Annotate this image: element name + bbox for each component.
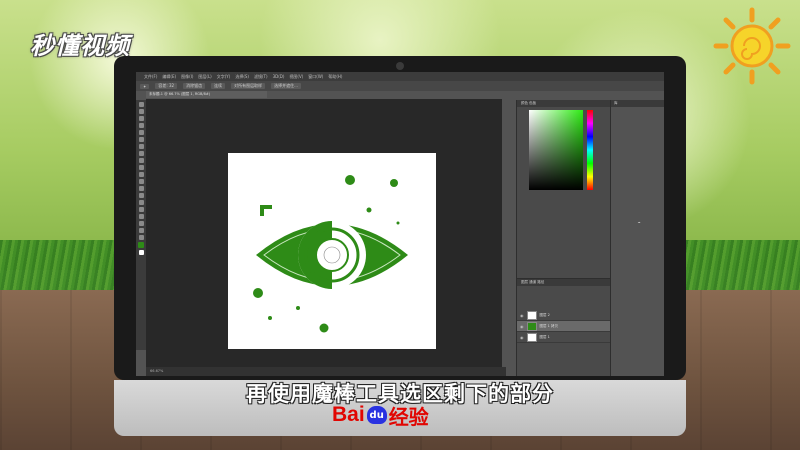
- options-bar: ✦ 容差: 32 消除锯齿 连续 对所有图层取样 选择并遮住...: [136, 81, 664, 91]
- shape-tool-icon[interactable]: [138, 221, 144, 226]
- layer-thumbnail: [526, 321, 537, 331]
- dodge-tool-icon[interactable]: [138, 193, 144, 198]
- menu-filter[interactable]: 滤镜(T): [254, 74, 268, 80]
- menu-view[interactable]: 视图(V): [289, 74, 303, 80]
- tools-panel: [136, 100, 146, 350]
- magic-wand-tool-icon[interactable]: [138, 123, 144, 128]
- marquee-tool-icon[interactable]: [138, 109, 144, 114]
- tab-layers[interactable]: 图层: [521, 280, 528, 284]
- select-and-mask-button[interactable]: 选择并遮住...: [271, 83, 301, 89]
- jingyan-text: 经验: [388, 404, 429, 429]
- cloud-icon: ☁: [637, 220, 641, 224]
- layer-thumbnail: [526, 310, 537, 320]
- menu-type[interactable]: 文字(Y): [217, 74, 231, 80]
- layer-row[interactable]: ◉ 图层 2: [517, 310, 611, 321]
- libraries-panel: 库 ☁: [610, 100, 664, 376]
- document-canvas[interactable]: [228, 153, 436, 349]
- layer-row[interactable]: ◉ 图层 1: [517, 332, 611, 343]
- brush-tool-icon[interactable]: [138, 151, 144, 156]
- libraries-title[interactable]: 库: [611, 100, 664, 107]
- zoom-tool-icon[interactable]: [138, 235, 144, 240]
- monitor-bezel: 文件(F) 编辑(E) 图像(I) 图层(L) 文字(Y) 选择(S) 滤镜(T…: [114, 56, 686, 380]
- magic-wand-icon[interactable]: ✦: [140, 83, 150, 89]
- type-tool-icon[interactable]: [138, 207, 144, 212]
- menu-bar: 文件(F) 编辑(E) 图像(I) 图层(L) 文字(Y) 选择(S) 滤镜(T…: [136, 72, 664, 81]
- menu-3d[interactable]: 3D(D): [273, 74, 285, 79]
- visibility-eye-icon[interactable]: ◉: [520, 324, 524, 329]
- visibility-eye-icon[interactable]: ◉: [520, 335, 524, 340]
- menu-image[interactable]: 图像(I): [181, 74, 193, 80]
- menu-layer[interactable]: 图层(L): [198, 74, 211, 80]
- tab-swatches[interactable]: 色板: [529, 101, 536, 105]
- crop-tool-icon[interactable]: [138, 130, 144, 135]
- color-panel-tabs[interactable]: 颜色 色板: [517, 100, 611, 107]
- menu-edit[interactable]: 编辑(E): [162, 74, 176, 80]
- eraser-tool-icon[interactable]: [138, 172, 144, 177]
- tab-channels[interactable]: 通道: [529, 280, 536, 284]
- foreground-color-swatch[interactable]: [138, 242, 144, 248]
- layer-thumbnail: [526, 332, 537, 342]
- visibility-eye-icon[interactable]: ◉: [520, 313, 524, 318]
- layer-name: 图层 2: [539, 312, 550, 317]
- stamp-tool-icon[interactable]: [138, 158, 144, 163]
- healing-tool-icon[interactable]: [138, 144, 144, 149]
- baidu-paw-icon: du: [366, 406, 387, 424]
- tab-color[interactable]: 颜色: [521, 101, 528, 105]
- right-panels: 颜色 色板 图层 通道 路径 ◉ 图层 2 ◉ 图层 1 拷贝 ◉ 图层 1: [516, 100, 611, 376]
- camera-dot: [396, 62, 404, 70]
- photoshop-window: 文件(F) 编辑(E) 图像(I) 图层(L) 文字(Y) 选择(S) 滤镜(T…: [136, 72, 664, 376]
- sun-icon: [713, 7, 791, 85]
- blur-tool-icon[interactable]: [138, 186, 144, 191]
- layers-panel-tabs[interactable]: 图层 通道 路径: [517, 279, 611, 286]
- menu-select[interactable]: 选择(S): [235, 74, 249, 80]
- menu-help[interactable]: 帮助(H): [328, 74, 342, 80]
- move-tool-icon[interactable]: [138, 102, 144, 107]
- document-tab[interactable]: 未标题-1 @ 66.7% (图层 1, RGB/8#): [146, 91, 267, 98]
- hand-tool-icon[interactable]: [138, 228, 144, 233]
- color-picker-field[interactable]: [529, 110, 583, 190]
- layers-panel: 图层 通道 路径 ◉ 图层 2 ◉ 图层 1 拷贝 ◉ 图层 1: [517, 278, 611, 376]
- menu-file[interactable]: 文件(F): [144, 74, 157, 80]
- baidu-jingyan-logo: Bai du 经验: [332, 402, 429, 429]
- gradient-tool-icon[interactable]: [138, 179, 144, 184]
- layer-name: 图层 1: [539, 334, 550, 339]
- eye-artwork: [253, 175, 408, 333]
- tolerance-field[interactable]: 容差: 32: [155, 83, 178, 89]
- baidu-bai-text: Bai: [332, 403, 365, 426]
- layer-row-selected[interactable]: ◉ 图层 1 拷贝: [517, 321, 611, 332]
- layer-name: 图层 1 拷贝: [539, 323, 558, 328]
- sample-all-layers-checkbox[interactable]: 对所有图层取样: [231, 83, 266, 89]
- tab-paths[interactable]: 路径: [537, 280, 544, 284]
- lasso-tool-icon[interactable]: [138, 116, 144, 121]
- contiguous-checkbox[interactable]: 连续: [211, 83, 226, 89]
- menu-window[interactable]: 窗口(W): [308, 74, 323, 80]
- antialias-checkbox[interactable]: 消除锯齿: [183, 83, 206, 89]
- hue-slider[interactable]: [587, 110, 593, 190]
- history-brush-icon[interactable]: [138, 165, 144, 170]
- pen-tool-icon[interactable]: [138, 200, 144, 205]
- path-select-tool-icon[interactable]: [138, 214, 144, 219]
- status-bar: 66.67%: [146, 367, 506, 376]
- background-color-swatch[interactable]: [138, 250, 144, 255]
- canvas-area[interactable]: [146, 99, 502, 367]
- eyedropper-tool-icon[interactable]: [138, 137, 144, 142]
